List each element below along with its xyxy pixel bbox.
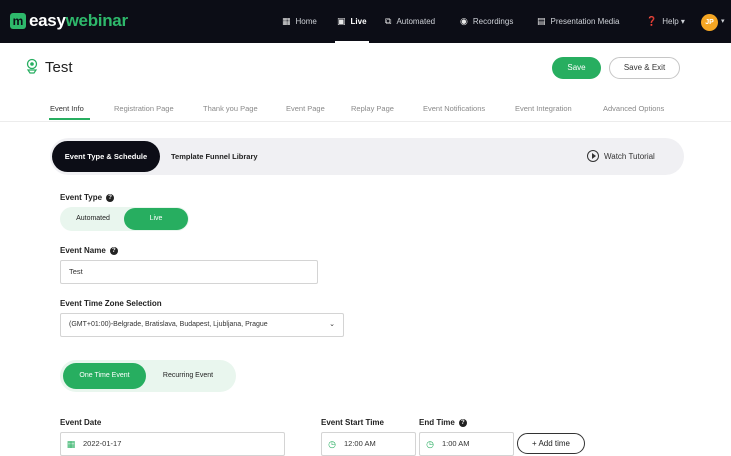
clock-icon: ◷ [328, 439, 336, 449]
calendar-icon: ▦ [66, 439, 76, 449]
start-time-input[interactable]: ◷ 12:00 AM [321, 432, 416, 456]
nav-home[interactable]: ▦ Home [282, 0, 317, 43]
watch-tutorial-button[interactable]: Watch Tutorial [587, 150, 655, 162]
help-icon[interactable]: ? [109, 246, 118, 255]
clock-icon: ◷ [426, 439, 434, 449]
event-date-input[interactable]: ▦ 2022-01-17 [60, 432, 285, 456]
nav-presentation-media[interactable]: ▤ Presentation Media [537, 0, 619, 43]
event-name-input[interactable]: Test [60, 260, 318, 284]
logo-text: easywebinar [29, 11, 128, 30]
document-icon: ▤ [537, 16, 546, 26]
play-circle-icon [587, 150, 599, 162]
active-tab-indicator [49, 118, 90, 120]
nav-automated[interactable]: ⧉ Automated [385, 0, 435, 43]
help-icon[interactable]: ? [458, 418, 467, 427]
help-icon: ❓ [646, 16, 658, 26]
one-time-event-option[interactable]: One Time Event [63, 363, 146, 389]
nav-help[interactable]: ❓ Help ▾ [646, 0, 685, 43]
start-time-label: Event Start Time [321, 418, 384, 427]
nav-live[interactable]: ▣ Live [335, 0, 369, 43]
logo-mark-icon: m [10, 13, 26, 29]
chevron-down-icon: ▾ [680, 17, 685, 26]
record-icon: ◉ [460, 16, 468, 26]
user-avatar[interactable]: JP [701, 14, 718, 31]
add-time-button[interactable]: + Add time [517, 433, 585, 454]
tab-advanced-options[interactable]: Advanced Options [603, 104, 664, 113]
recurring-event-option[interactable]: Recurring Event [148, 363, 228, 389]
tab-event-info[interactable]: Event Info [50, 104, 84, 113]
event-type-label: Event Type? [60, 193, 115, 202]
grid-icon: ▦ [282, 16, 291, 26]
monitor-icon: ▣ [337, 16, 346, 26]
tab-event-page[interactable]: Event Page [286, 104, 325, 113]
tab-event-integration[interactable]: Event Integration [515, 104, 572, 113]
page-title: Test [45, 59, 73, 76]
event-type-automated-option[interactable]: Automated [62, 209, 124, 229]
easywebinar-logo[interactable]: m easywebinar [10, 11, 128, 31]
template-funnel-library-link[interactable]: Template Funnel Library [171, 152, 258, 161]
webinar-camera-icon [26, 58, 38, 74]
event-date-label: Event Date [60, 418, 102, 427]
event-type-live-option[interactable]: Live [124, 208, 188, 230]
nav-recordings[interactable]: ◉ Recordings [460, 0, 513, 43]
event-type-schedule-pill[interactable]: Event Type & Schedule [52, 141, 160, 172]
top-navbar: m easywebinar ▦ Home ▣ Live ⧉ Automated ◉ Re… [0, 0, 731, 43]
tab-registration-page[interactable]: Registration Page [114, 104, 174, 113]
save-exit-button[interactable]: Save & Exit [609, 57, 680, 79]
save-button[interactable]: Save [552, 57, 601, 79]
tabs-divider [0, 121, 731, 122]
timezone-label: Event Time Zone Selection [60, 299, 162, 308]
chevron-down-icon[interactable]: ▾ [721, 17, 725, 25]
automated-icon: ⧉ [385, 16, 392, 26]
end-time-input[interactable]: ◷ 1:00 AM [419, 432, 514, 456]
tab-replay-page[interactable]: Replay Page [351, 104, 394, 113]
chevron-down-icon: ⌄ [329, 321, 335, 328]
tab-thank-you-page[interactable]: Thank you Page [203, 104, 258, 113]
end-time-label: End Time? [419, 418, 467, 427]
tab-event-notifications[interactable]: Event Notifications [423, 104, 485, 113]
timezone-select[interactable]: (GMT+01:00)-Belgrade, Bratislava, Budape… [60, 313, 344, 337]
event-name-label: Event Name? [60, 246, 118, 255]
help-icon[interactable]: ? [106, 193, 115, 202]
